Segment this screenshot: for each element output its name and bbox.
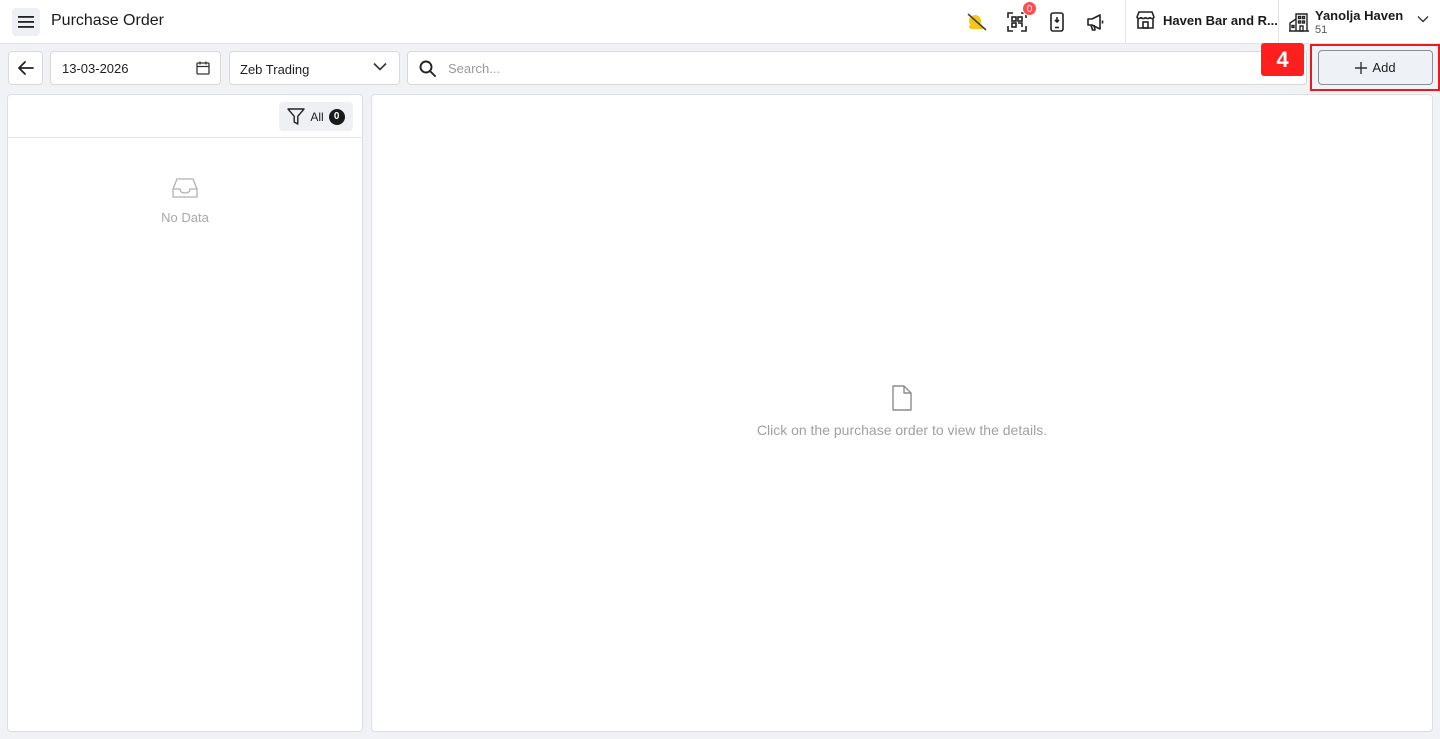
notification-badge: 0	[1022, 1, 1037, 16]
store-name: Haven Bar and R...	[1163, 12, 1278, 28]
order-list-panel: All 0 No Data	[7, 94, 363, 732]
qr-scan-icon	[1007, 12, 1027, 32]
supplier-select[interactable]: Zeb Trading	[229, 51, 400, 85]
filter-label: All	[310, 109, 324, 124]
back-button[interactable]	[8, 51, 43, 85]
weather-icon	[967, 13, 987, 31]
add-button[interactable]: Add	[1318, 50, 1433, 85]
menu-button[interactable]	[12, 8, 40, 36]
org-sub: 51	[1315, 24, 1328, 36]
empty-state: No Data	[8, 177, 362, 225]
divider	[1125, 0, 1126, 44]
detail-empty-text: Click on the purchase order to view the …	[756, 422, 1048, 438]
filter-count: 0	[328, 108, 345, 125]
plus-icon	[1355, 61, 1368, 74]
menu-icon	[18, 16, 34, 28]
org-name: Yanolja Haven	[1315, 8, 1404, 23]
detail-empty-state: Click on the purchase order to view the …	[372, 385, 1432, 438]
page-title: Purchase Order	[51, 12, 164, 29]
calendar-icon	[196, 61, 210, 75]
filter-button[interactable]: All 0	[279, 102, 353, 131]
building-icon	[1289, 13, 1309, 32]
supplier-value: Zeb Trading	[240, 62, 310, 77]
org-selector[interactable]: Yanolja Haven 51	[1289, 7, 1434, 37]
search-icon	[419, 60, 436, 77]
megaphone-icon	[1087, 14, 1104, 31]
empty-text: No Data	[161, 210, 209, 225]
arrow-left-icon	[17, 61, 34, 75]
top-bar: Purchase Order 0 Haven Bar and R... Yano…	[0, 0, 1440, 44]
announcement-button[interactable]	[1085, 11, 1107, 33]
chevron-down-icon	[1417, 16, 1429, 23]
order-detail-panel: Click on the purchase order to view the …	[371, 94, 1433, 732]
divider	[1278, 0, 1279, 44]
store-icon	[1136, 11, 1155, 29]
weather-button[interactable]	[966, 11, 988, 33]
date-value: 13-03-2026	[62, 61, 129, 76]
chevron-down-icon	[373, 62, 387, 71]
inbox-icon	[172, 178, 198, 198]
filter-icon	[287, 108, 306, 125]
list-panel-header: All 0	[8, 95, 362, 138]
step-marker: 4	[1261, 43, 1304, 76]
search-input[interactable]	[448, 53, 1288, 83]
file-icon	[892, 385, 912, 411]
mobile-button[interactable]	[1046, 11, 1068, 33]
add-button-label: Add	[1372, 60, 1396, 75]
date-picker[interactable]: 13-03-2026	[50, 51, 221, 85]
search-bar	[407, 51, 1307, 85]
store-selector[interactable]: Haven Bar and R...	[1136, 11, 1278, 29]
mobile-icon	[1050, 12, 1064, 32]
